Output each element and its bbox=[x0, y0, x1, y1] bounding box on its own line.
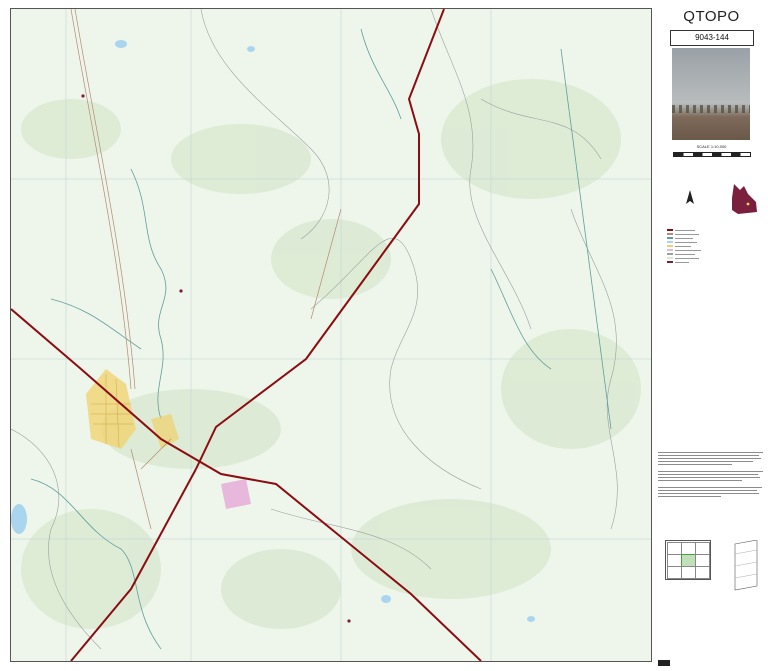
qld-locator-map bbox=[732, 184, 757, 214]
topographic-map bbox=[11, 9, 651, 661]
photo-thumbnail bbox=[672, 48, 750, 140]
map-frame bbox=[10, 8, 652, 662]
disclaimer-text bbox=[658, 452, 763, 499]
map-sidebar: QTOPO 9043-144 SCALE 1:10,000 bbox=[655, 0, 768, 671]
qld-government-logo bbox=[658, 660, 670, 666]
sheet-title: QTOPO bbox=[683, 8, 740, 25]
map-legend bbox=[667, 228, 765, 448]
scale-text: SCALE 1:10,000 bbox=[696, 144, 727, 149]
adjoining-sheets-diagram bbox=[665, 540, 711, 580]
folding-diagram bbox=[734, 540, 758, 591]
north-arrow-icon bbox=[686, 190, 694, 204]
scale-bar bbox=[673, 152, 751, 157]
sheet-number: 9043-144 bbox=[670, 30, 754, 46]
